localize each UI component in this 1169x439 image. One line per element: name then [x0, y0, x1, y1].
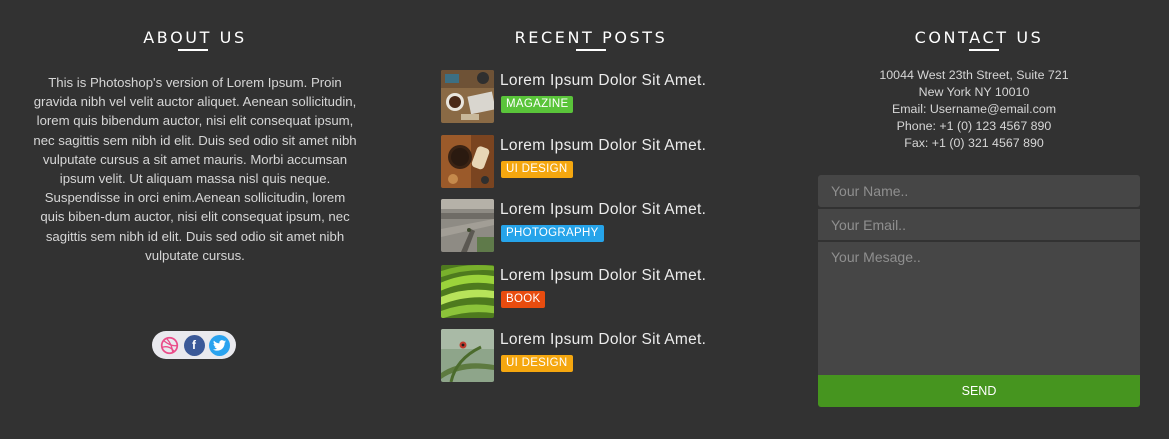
post-tag[interactable]: UI DESIGN	[501, 355, 573, 372]
footer: ABOUT US This is Photoshop's version of …	[0, 0, 1169, 439]
about-text: This is Photoshop's version of Lorem Ips…	[33, 75, 357, 263]
post-thumbnail	[441, 70, 494, 123]
twitter-icon[interactable]	[208, 334, 230, 356]
message-input[interactable]	[818, 242, 1140, 375]
post-item[interactable]: Lorem Ipsum Dolor Sit Amet. MAGAZINE	[441, 70, 751, 124]
facebook-icon[interactable]: f	[183, 334, 205, 356]
contact-email: Email: Username@email.com	[891, 101, 1057, 116]
post-title: Lorem Ipsum Dolor Sit Amet.	[500, 72, 707, 89]
post-thumbnail	[441, 265, 494, 318]
post-tag[interactable]: UI DESIGN	[501, 161, 573, 178]
contact-fax: Fax: +1 (0) 321 4567 890	[904, 135, 1044, 150]
post-thumbnail	[441, 135, 494, 188]
contact-phone: Phone: +1 (0) 123 4567 890	[896, 118, 1052, 133]
post-tag[interactable]: MAGAZINE	[501, 96, 574, 113]
dribbble-icon[interactable]	[158, 334, 180, 356]
post-title: Lorem Ipsum Dolor Sit Amet.	[500, 267, 707, 284]
recent-posts-heading-underline	[576, 49, 606, 51]
contact-heading: CONTACT US	[914, 28, 1044, 47]
post-item[interactable]: Lorem Ipsum Dolor Sit Amet. PHOTOGRAPHY	[441, 199, 751, 253]
social-links: f	[152, 331, 236, 359]
post-item[interactable]: Lorem Ipsum Dolor Sit Amet. BOOK	[441, 265, 751, 319]
contact-info: 10044 West 23th Street, Suite 721 New Yo…	[818, 67, 1130, 152]
post-tag[interactable]: PHOTOGRAPHY	[501, 225, 604, 242]
contact-heading-underline	[969, 49, 999, 51]
name-input[interactable]	[818, 175, 1140, 207]
post-title: Lorem Ipsum Dolor Sit Amet.	[500, 137, 707, 154]
post-thumbnail	[441, 329, 494, 382]
send-button[interactable]: SEND	[818, 375, 1140, 407]
address-line-1: 10044 West 23th Street, Suite 721	[879, 68, 1069, 82]
email-input[interactable]	[818, 209, 1140, 240]
about-heading-underline	[178, 49, 208, 51]
post-thumbnail	[441, 199, 494, 252]
post-tag[interactable]: BOOK	[501, 291, 546, 308]
address-line-2: New York NY 10010	[918, 84, 1030, 99]
about-heading: ABOUT US	[143, 28, 247, 47]
post-title: Lorem Ipsum Dolor Sit Amet.	[500, 331, 707, 348]
post-item[interactable]: Lorem Ipsum Dolor Sit Amet. UI DESIGN	[441, 135, 751, 189]
recent-posts-heading: RECENT POSTS	[514, 28, 668, 47]
post-title: Lorem Ipsum Dolor Sit Amet.	[500, 201, 707, 218]
post-item[interactable]: Lorem Ipsum Dolor Sit Amet. UI DESIGN	[441, 329, 751, 383]
